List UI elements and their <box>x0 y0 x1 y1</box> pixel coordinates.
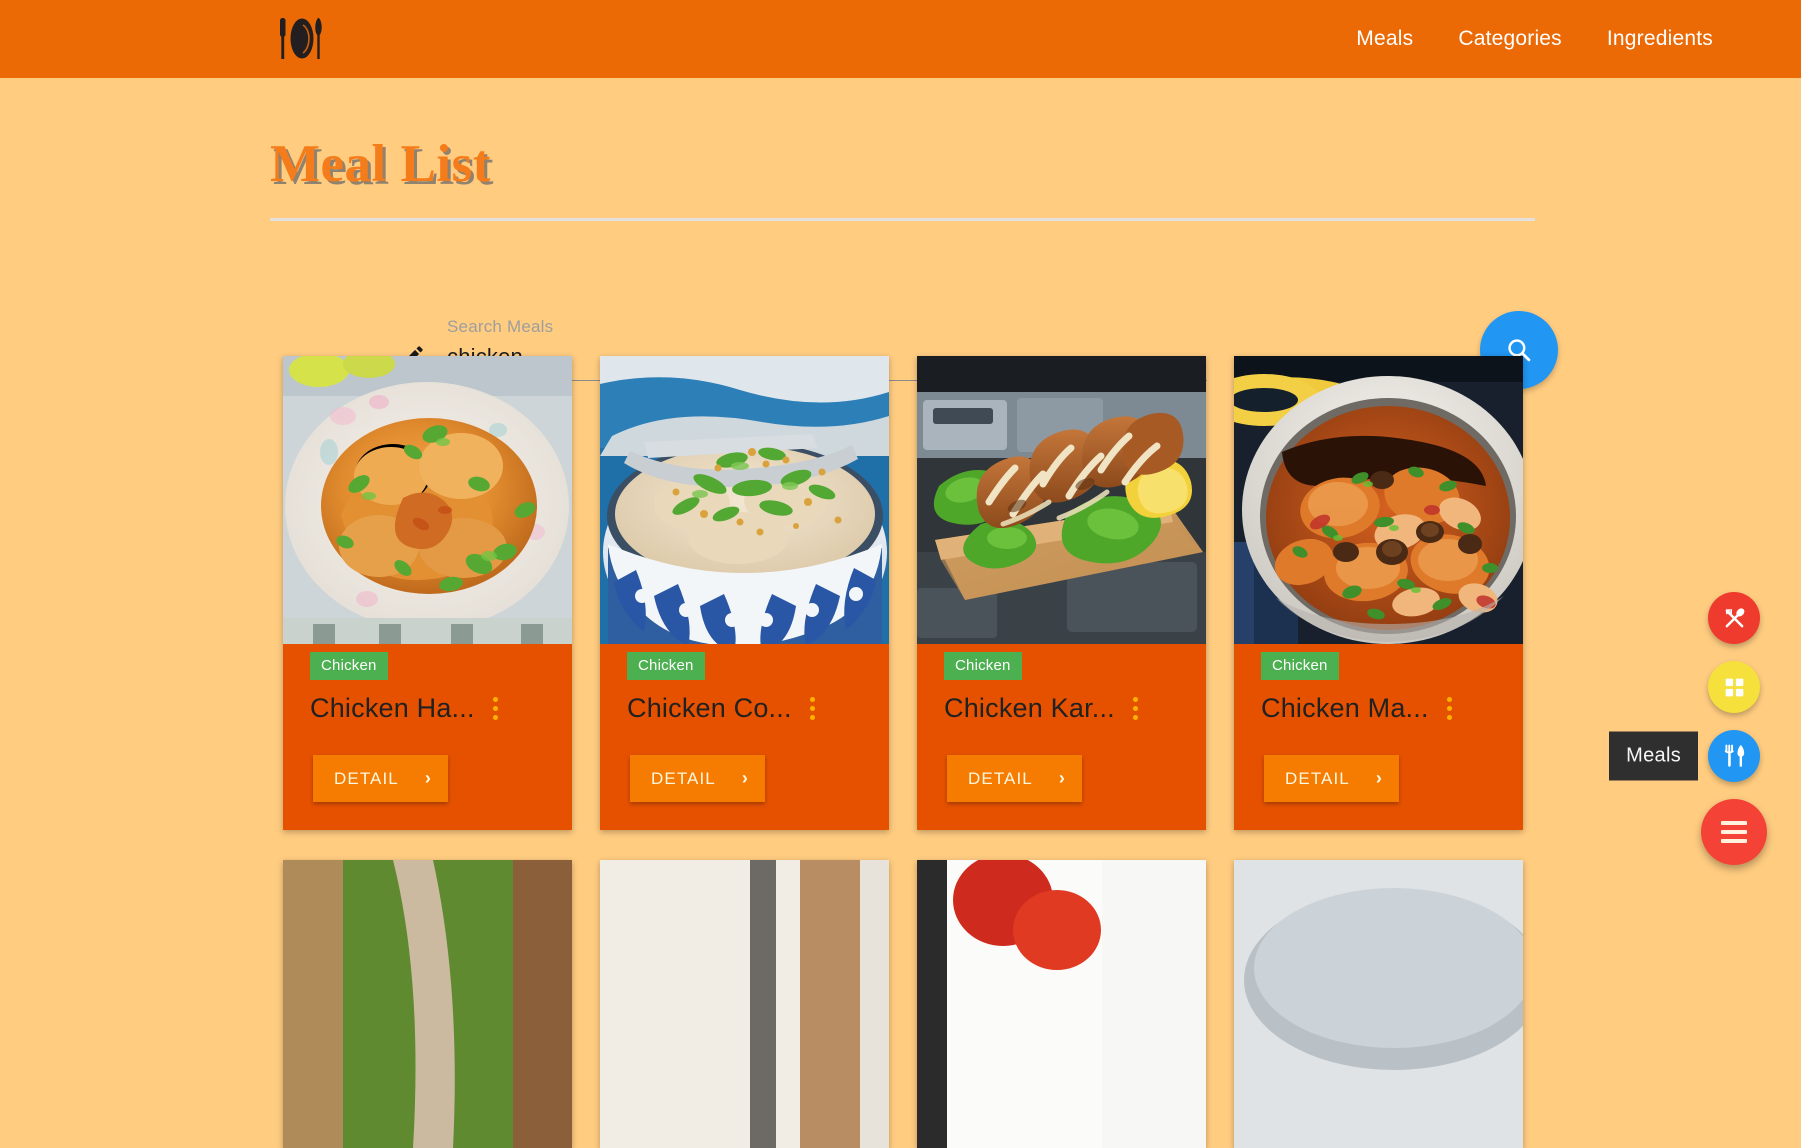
chevron-right-icon: › <box>1376 768 1383 789</box>
kebab-menu-icon[interactable] <box>1127 693 1144 724</box>
meal-card-title: Chicken Ha... <box>310 693 475 724</box>
meal-card-image[interactable] <box>600 860 889 1148</box>
chevron-right-icon: › <box>1059 768 1066 789</box>
nav-links: Meals Categories Ingredients <box>1356 0 1713 78</box>
menu-fab[interactable] <box>1701 799 1767 865</box>
page-content: Meal List Search Meals <box>0 78 1801 885</box>
meal-card-image[interactable] <box>283 356 572 644</box>
detail-button[interactable]: DETAIL › <box>630 755 765 802</box>
meal-card-body: Chicken Chicken Co... DETAIL › <box>600 644 889 830</box>
meals-fab-wrap: Meals <box>1708 730 1760 782</box>
ingredients-fab[interactable] <box>1708 592 1760 644</box>
fab-stack: Meals <box>1699 592 1769 865</box>
chevron-right-icon: › <box>742 768 749 789</box>
detail-button-label: DETAIL <box>334 769 399 789</box>
nav-link-ingredients[interactable]: Ingredients <box>1607 27 1713 51</box>
fork-knife-icon <box>1721 743 1747 769</box>
meal-card-body: Chicken Chicken Kar... DETAIL › <box>917 644 1206 830</box>
kebab-menu-icon[interactable] <box>1441 693 1458 724</box>
search-label: Search Meals <box>447 317 553 337</box>
detail-button-label: DETAIL <box>968 769 1033 789</box>
meal-card[interactable]: Chicken Chicken Ma... DETAIL › <box>1234 356 1523 830</box>
meal-card-image[interactable] <box>600 356 889 644</box>
meal-card[interactable]: Chicken Chicken Ha... DETAIL › <box>283 356 572 830</box>
title-divider <box>270 218 1535 221</box>
category-badge[interactable]: Chicken <box>310 652 388 680</box>
meal-card-image[interactable] <box>1234 356 1523 644</box>
meal-card[interactable]: Chicken Chicken Co... DETAIL › <box>600 356 889 830</box>
brand-logo[interactable] <box>272 10 332 68</box>
meal-card-title: Chicken Ma... <box>1261 693 1429 724</box>
search-row: Search Meals <box>270 241 1540 351</box>
meal-card-image[interactable] <box>283 860 572 1148</box>
top-navbar: Meals Categories Ingredients <box>0 0 1801 78</box>
kebab-menu-icon[interactable] <box>487 693 504 724</box>
detail-button[interactable]: DETAIL › <box>947 755 1082 802</box>
meal-card-title: Chicken Co... <box>627 693 792 724</box>
categories-fab[interactable] <box>1708 661 1760 713</box>
meal-card[interactable] <box>1234 860 1523 1148</box>
hamburger-menu-icon <box>1721 821 1747 843</box>
detail-button[interactable]: DETAIL › <box>313 755 448 802</box>
category-icon <box>1722 675 1747 700</box>
page-title: Meal List <box>270 134 491 194</box>
category-badge[interactable]: Chicken <box>944 652 1022 680</box>
meal-card[interactable] <box>917 860 1206 1148</box>
meal-card-title: Chicken Kar... <box>944 693 1115 724</box>
meal-card[interactable] <box>600 860 889 1148</box>
category-badge[interactable]: Chicken <box>1261 652 1339 680</box>
meal-card-body: Chicken Chicken Ha... DETAIL › <box>283 644 572 830</box>
crossed-spoon-fork-icon <box>1721 605 1748 632</box>
categories-fab-wrap <box>1708 661 1760 713</box>
ingredients-fab-wrap <box>1708 592 1760 644</box>
meal-card-grid: Chicken Chicken Ha... DETAIL › <box>283 356 1523 1148</box>
chevron-right-icon: › <box>425 768 432 789</box>
detail-button-label: DETAIL <box>1285 769 1350 789</box>
cutlery-plate-logo-icon <box>276 14 328 64</box>
nav-link-meals[interactable]: Meals <box>1356 27 1413 51</box>
meal-card-body: Chicken Chicken Ma... DETAIL › <box>1234 644 1523 830</box>
fab-tooltip: Meals <box>1609 732 1698 781</box>
meal-card-image[interactable] <box>917 860 1206 1148</box>
detail-button[interactable]: DETAIL › <box>1264 755 1399 802</box>
meals-fab[interactable] <box>1708 730 1760 782</box>
meal-card-image[interactable] <box>1234 860 1523 1148</box>
kebab-menu-icon[interactable] <box>804 693 821 724</box>
detail-button-label: DETAIL <box>651 769 716 789</box>
category-badge[interactable]: Chicken <box>627 652 705 680</box>
nav-link-categories[interactable]: Categories <box>1458 27 1562 51</box>
meal-card[interactable] <box>283 860 572 1148</box>
meal-card[interactable]: Chicken Chicken Kar... DETAIL › <box>917 356 1206 830</box>
meal-card-image[interactable] <box>917 356 1206 644</box>
